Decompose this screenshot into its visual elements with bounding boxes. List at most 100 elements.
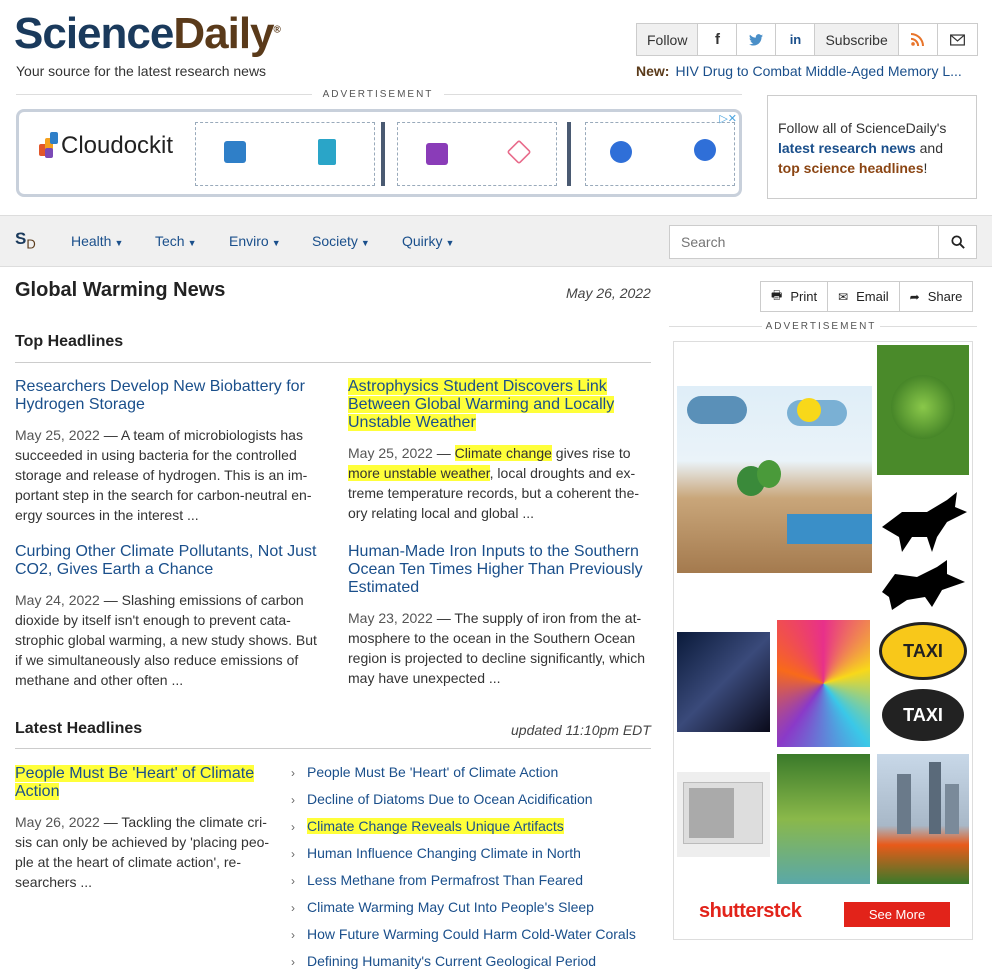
caret-down-icon: ▼ [187,238,197,248]
nav-health-label: Health [71,233,112,249]
story-date: May 25, 2022 [348,445,433,461]
list-item[interactable]: › Climate Warming May Cut Into People's S… [291,899,651,926]
share-arrow-icon: ➦ [909,289,920,304]
nav-quirky[interactable]: Quirky ▼ [402,233,454,249]
facebook-icon[interactable]: f [698,24,738,55]
banner-diagram-box-3 [585,122,735,186]
story-summary: May 23, 2022 — The supply of iron from t… [348,610,646,686]
story-title-link[interactable]: Curbing Other Climate Pollutants, Not Ju… [15,543,320,579]
search-input[interactable] [670,226,938,258]
nav-enviro[interactable]: Enviro ▼ [229,233,281,249]
latest-story-featured: People Must Be 'Heart' of Climate Action… [15,765,270,892]
new-headline-ticker[interactable]: New: HIV Drug to Combat Middle-Aged Memor… [636,63,976,79]
top-story-3: Curbing Other Climate Pollutants, Not Ju… [15,543,320,690]
list-item-link[interactable]: How Future Warming Could Harm Cold-Water… [307,926,636,942]
cloudockit-mark-icon [39,132,59,160]
story-title-link[interactable]: Researchers Develop New Biobattery for H… [15,378,320,414]
chevron-right-icon: › [291,901,295,915]
caret-down-icon: ▼ [271,238,281,248]
highlighted-title: Astrophysics Student Discovers Link Betw… [348,378,615,431]
nav-society-label: Society [312,233,358,249]
nav-tech[interactable]: Tech ▼ [155,233,197,249]
diagram-node-icon [694,139,716,161]
tiny-planet-image [877,345,969,475]
nav-society[interactable]: Society ▼ [312,233,370,249]
list-item-link[interactable]: Decline of Diatoms Due to Ocean Acidific… [307,791,593,807]
caret-down-icon: ▼ [114,238,124,248]
story-title-link[interactable]: People Must Be 'Heart' of Climate Action [15,765,270,801]
new-headline-link[interactable]: HIV Drug to Combat Middle-Aged Memory L.… [675,63,961,79]
advertisement-label: ADVERTISEMENT [322,89,434,100]
linkedin-icon[interactable]: in [776,24,816,55]
list-item[interactable]: › How Future Warming Could Harm Cold-Wate… [291,926,651,953]
share-toolbar: 🖶 Print ✉ Email ➦ Share [760,281,974,312]
share-button[interactable]: ➦ Share [900,282,973,311]
list-item-link[interactable]: Less Methane from Permafrost Than Feared [307,872,583,888]
twitter-icon[interactable] [737,24,777,55]
follow-and-text: and [919,140,943,156]
story-summary-text: gives rise to [555,445,631,461]
story-date: May 23, 2022 [348,610,433,626]
list-item[interactable]: › Climate Change Reveals Unique Artifacts [291,818,651,845]
shutterstock-logo: shutterstck [699,900,802,922]
list-item[interactable]: › Decline of Diatoms Due to Ocean Acidifi… [291,791,651,818]
city-tulips-image [877,754,969,884]
list-item-link[interactable]: Human Influence Changing Climate in Nort… [307,845,581,861]
email-button[interactable]: ✉ Email [828,282,900,311]
banner-diagram-box-1 [195,122,375,186]
top-story-2: Astrophysics Student Discovers Link Betw… [348,378,653,523]
follow-label: Follow [637,24,699,55]
chevron-right-icon: › [291,928,295,942]
chevron-right-icon: › [291,766,295,780]
story-title-link[interactable]: Human-Made Iron Inputs to the Southern O… [348,543,653,597]
chevron-right-icon: › [291,955,295,969]
chevron-right-icon: › [291,874,295,888]
story-summary: May 25, 2022 — A team of microbiologists… [15,427,312,523]
page-date: May 26, 2022 [566,285,651,301]
list-item[interactable]: › Human Influence Changing Climate in Nor… [291,845,651,872]
cloudockit-name: Cloudockit [61,132,174,159]
email-icon[interactable] [937,24,977,55]
search-icon [950,235,965,249]
list-item-link[interactable]: Climate Warming May Cut Into People's Sl… [307,899,594,915]
rss-icon[interactable] [898,24,938,55]
latest-research-news-link[interactable]: latest research news [778,140,916,156]
fox-silhouette-image [877,482,969,612]
list-item[interactable]: › Defining Humanity's Current Geological … [291,953,651,969]
follow-exclamation: ! [923,160,928,176]
microwave-image [677,772,770,857]
search-box [669,225,977,259]
follow-sciencedaily-box: Follow all of ScienceDaily's latest rese… [767,95,977,199]
search-button[interactable] [938,226,976,258]
list-item-link[interactable]: Defining Humanity's Current Geological P… [307,953,596,969]
top-science-headlines-link[interactable]: top science headlines [778,160,924,176]
follow-text: Follow all of ScienceDaily's [778,120,947,136]
list-item[interactable]: › People Must Be 'Heart' of Climate Actio… [291,764,651,791]
list-item-link[interactable]: Climate Change Reveals Unique Artifacts [307,818,564,834]
night-street-image [677,632,770,732]
cloudockit-banner-ad[interactable]: ▷✕ Cloudockit [16,109,742,197]
story-date: May 25, 2022 [15,427,100,443]
nav-health[interactable]: Health ▼ [71,233,123,249]
geometric-pattern-image [777,620,870,747]
latest-headlines-heading: Latest Headlines [15,720,143,737]
story-date: May 26, 2022 [15,814,100,830]
chevron-right-icon: › [291,820,295,834]
taxi-sign-image: TAXI TAXI [877,620,969,747]
list-item-link[interactable]: People Must Be 'Heart' of Climate Action [307,764,558,780]
social-bar: Follow f in Subscribe [636,23,978,56]
shutterstock-ad[interactable]: ▷✕ TAXI TAXI shutterstck See More [673,341,973,940]
story-title-link[interactable]: Astrophysics Student Discovers Link Betw… [348,378,653,432]
print-button[interactable]: 🖶 Print [761,282,829,311]
sd-logo-d: D [26,236,36,252]
list-item[interactable]: › Less Methane from Permafrost Than Feare… [291,872,651,899]
see-more-button[interactable]: See More [844,902,950,927]
subscribe-label[interactable]: Subscribe [815,24,899,55]
share-label: Share [927,289,963,304]
main-navigation: SD Health ▼ Tech ▼ Enviro ▼ Society ▼ Quirky… [0,215,992,267]
latest-headlines-list: › People Must Be 'Heart' of Climate Actio… [291,764,651,969]
sd-home-logo[interactable]: SD [15,229,36,251]
updated-time: updated 11:10pm EDT [511,722,651,738]
sciencedaily-logo[interactable]: ScienceDaily® [14,12,281,56]
advertisement-label: ADVERTISEMENT [765,321,877,332]
